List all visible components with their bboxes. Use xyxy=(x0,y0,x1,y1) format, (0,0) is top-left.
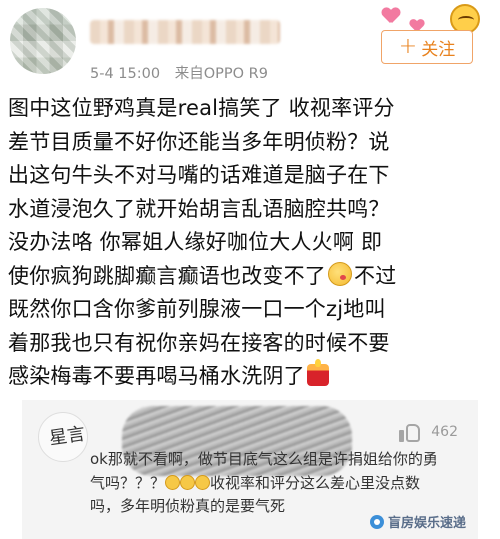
thumbs-up-icon xyxy=(399,422,421,442)
post-timestamp: 5-4 15:00 xyxy=(90,66,161,82)
post-line: 着那我也只有祝你亲妈在接客的时候不要 xyxy=(8,330,390,355)
watermark-text: 盲房娱乐速递 xyxy=(387,516,466,531)
smile-emoji-icon xyxy=(195,474,211,490)
post-body: 图中这位野鸡真是real搞笑了 收视率评分 差节目质量不好你还能当多年明侦粉？说… xyxy=(8,92,492,394)
post-line: 出这句牛头不对马嘴的话难道是脑子在下 xyxy=(8,163,390,187)
quoted-avatar-text: 星言 xyxy=(47,423,87,450)
post-line: 水道浸泡久了就开始胡言乱语脑腔共鸣？ xyxy=(8,196,390,221)
post-line-text: 使你疯狗跳脚癫言癫语也改变不了 xyxy=(8,263,326,288)
post-line: 没办法咯 你幂姐人缘好咖位大人火啊 即 xyxy=(8,230,383,254)
post-header: 5-4 15:00 来自OPPO R9 + 关注 xyxy=(0,0,500,90)
post-source[interactable]: 来自OPPO R9 xyxy=(175,66,268,82)
quoted-comment-screenshot[interactable]: 星言 462 ok那就不看啊，做节目底气这么组是许捐姐给你的勇 气吗？？？ 收视率… xyxy=(22,400,478,539)
post-line-text: 感染梅毒不要再喝马桶水洗阴了 xyxy=(8,364,305,388)
follow-button[interactable]: + 关注 xyxy=(381,30,473,64)
username-redacted[interactable] xyxy=(90,20,280,44)
watermark-logo-icon xyxy=(369,514,384,529)
quote-line: 气吗？？？ 收视率和评分这么差心里没点数 xyxy=(90,472,472,496)
quoted-comment-text: ok那就不看啊，做节目底气这么组是许捐姐给你的勇 气吗？？？ 收视率和评分这么差心… xyxy=(90,448,472,519)
quote-line: ok那就不看啊，做节目底气这么组是许捐姐给你的勇 xyxy=(90,450,438,468)
candle-emoji-icon xyxy=(306,359,329,386)
post-line: 感染梅毒不要再喝马桶水洗阴了 xyxy=(8,359,492,394)
plus-icon: + xyxy=(398,34,418,59)
user-avatar[interactable] xyxy=(10,8,76,74)
like-counter: 462 xyxy=(399,422,458,442)
quoted-user-avatar: 星言 xyxy=(38,412,88,462)
post-line: 使你疯狗跳脚癫言癫语也改变不了 不过 xyxy=(8,260,492,294)
quote-line-text: 收视率和评分这么差心里没点数 xyxy=(210,473,421,492)
post-line: 差节目质量不好你还能当多年明侦粉？说 xyxy=(8,129,390,154)
like-count: 462 xyxy=(431,424,458,440)
watermark: 盲房娱乐速递 xyxy=(369,512,466,531)
smile-emoji-icon xyxy=(165,474,181,490)
kiss-emoji-icon xyxy=(328,261,352,286)
post-line: 既然你口含你爹前列腺液一口一个zj地叫 xyxy=(8,297,386,321)
heart-icon xyxy=(382,8,400,24)
post-meta: 5-4 15:00 来自OPPO R9 xyxy=(90,62,268,83)
smile-emoji-icon xyxy=(180,474,196,490)
follow-label: 关注 xyxy=(421,39,456,60)
post-line-text: 不过 xyxy=(354,263,397,288)
post-line: 图中这位野鸡真是real搞笑了 收视率评分 xyxy=(8,96,395,120)
quote-line-text: 气吗？？？ xyxy=(90,473,166,492)
